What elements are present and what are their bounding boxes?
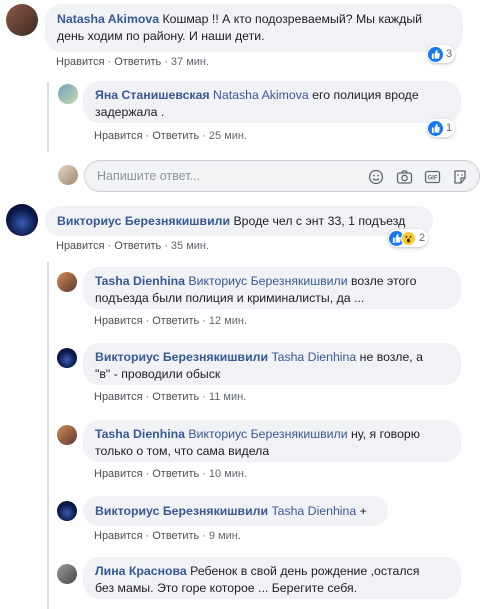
timestamp[interactable]: 25 мин.: [209, 130, 247, 142]
reaction-count[interactable]: 2: [388, 229, 429, 247]
comment-text: его полиция вроде: [312, 88, 419, 102]
current-user-avatar: [58, 165, 78, 185]
gif-icon[interactable]: GIF: [423, 168, 441, 186]
like-button[interactable]: Нравится: [94, 530, 143, 542]
thread-line: [47, 82, 49, 152]
timestamp[interactable]: 35 мин.: [171, 240, 209, 252]
like-button[interactable]: Нравится: [94, 315, 143, 327]
comment-bubble: Natasha Akimova Кошмар !! А кто подозрев…: [45, 4, 463, 52]
comment-text: Вроде чел с энт 33, 1 подъезд: [233, 214, 406, 228]
comment-text: без мамы. Это горе которое ... Берегите …: [95, 581, 358, 595]
reply-button[interactable]: Ответить: [152, 468, 199, 480]
camera-icon[interactable]: [395, 168, 413, 186]
comment-bubble: Викториус Березнякишвили Tasha Dienhina …: [83, 496, 388, 526]
avatar[interactable]: [57, 348, 77, 368]
comment-actions: Нравится · Ответить · 9 мин.: [94, 530, 241, 542]
timestamp[interactable]: 11 мин.: [209, 391, 246, 403]
reply-button[interactable]: Ответить: [114, 56, 161, 68]
reaction-count[interactable]: 1: [427, 119, 456, 137]
comment-text: ну, я говорю: [351, 427, 420, 441]
reply-input[interactable]: Напишите ответ... GIF: [84, 160, 480, 192]
comment-author[interactable]: Яна Станишевская: [95, 88, 210, 102]
comment-text: Ребенок в свой день рождение ,остался: [190, 564, 420, 578]
comment-text: +: [359, 504, 367, 518]
comment-actions: Нравится · Ответить · 11 мин.: [94, 391, 247, 403]
like-icon: [428, 46, 443, 62]
reply-button[interactable]: Ответить: [114, 240, 161, 252]
avatar[interactable]: [57, 501, 77, 521]
comment-text: возле этого: [351, 274, 417, 288]
avatar[interactable]: [6, 4, 38, 36]
comment-author[interactable]: Викториус Березнякишвили: [95, 350, 268, 364]
comment-text: подъезда были полиция и криминалисты, да…: [95, 291, 365, 305]
comment-actions: Нравится · Ответить · 37 мин.: [56, 56, 210, 68]
comment-actions: Нравится · Ответить · 25 мин.: [94, 130, 248, 142]
comment-text: "в" - проводили обыск: [95, 367, 221, 381]
avatar[interactable]: [58, 84, 78, 104]
comment-text: Кошмар !! А кто подозреваемый? Мы каждый: [162, 12, 423, 26]
reply-button[interactable]: Ответить: [152, 130, 199, 142]
comment-bubble: Викториус Березнякишвили Вроде чел с энт…: [45, 206, 433, 236]
comment-text: не возле, а: [359, 350, 423, 364]
comment-actions: Нравится · Ответить · 10 мин.: [94, 468, 248, 480]
comment-author[interactable]: Tasha Dienhina: [95, 274, 185, 288]
avatar[interactable]: [57, 425, 77, 445]
avatar[interactable]: [6, 204, 38, 236]
reply-button[interactable]: Ответить: [152, 391, 199, 403]
comment-text: день ходим по району. И наши дети.: [57, 29, 265, 43]
timestamp[interactable]: 9 мин.: [209, 530, 241, 542]
comment-actions: Нравится · Ответить · 12 мин.: [94, 315, 248, 327]
comment-author[interactable]: Викториус Березнякишвили: [57, 214, 230, 228]
avatar[interactable]: [57, 564, 77, 584]
reply-placeholder: Напишите ответ...: [97, 169, 200, 183]
reaction-number: 1: [446, 122, 453, 134]
mention-link[interactable]: Викториус Березнякишвили: [188, 274, 347, 288]
reply-button[interactable]: Ответить: [152, 315, 199, 327]
mention-link[interactable]: Викториус Березнякишвили: [188, 427, 347, 441]
mention-link[interactable]: Tasha Dienhina: [271, 350, 356, 364]
smiley-icon[interactable]: [367, 168, 385, 186]
comment-bubble: Викториус Березнякишвили Tasha Dienhina …: [83, 343, 461, 385]
comment-author[interactable]: Tasha Dienhina: [95, 427, 185, 441]
reaction-number: 2: [419, 232, 426, 244]
timestamp[interactable]: 10 мин.: [209, 468, 247, 480]
like-icon: [428, 120, 443, 136]
avatar[interactable]: [57, 272, 77, 292]
comment-text: задержала .: [95, 105, 165, 119]
wow-icon: [401, 230, 416, 246]
comment-bubble: Яна Станишевская Natasha Akimova его пол…: [83, 81, 461, 123]
sticker-icon[interactable]: [451, 168, 469, 186]
comment-bubble: Лина Краснова Ребенок в свой день рожден…: [83, 557, 461, 599]
comment-author[interactable]: Лина Краснова: [95, 564, 187, 578]
comment-bubble: Tasha Dienhina Викториус Березнякишвили …: [83, 420, 461, 462]
reaction-count[interactable]: 3: [427, 45, 456, 63]
like-button[interactable]: Нравится: [56, 240, 105, 252]
timestamp[interactable]: 37 мин.: [171, 56, 209, 68]
like-button[interactable]: Нравится: [94, 130, 143, 142]
comment-text: только о том, что сама видела: [95, 444, 270, 458]
mention-link[interactable]: Natasha Akimova: [213, 88, 309, 102]
reply-button[interactable]: Ответить: [152, 530, 199, 542]
comment-actions: Нравится · Ответить · 35 мин.: [56, 240, 210, 252]
timestamp[interactable]: 12 мин.: [209, 315, 247, 327]
comment-author[interactable]: Викториус Березнякишвили: [95, 504, 268, 518]
comment-author[interactable]: Natasha Akimova: [57, 12, 159, 26]
like-button[interactable]: Нравится: [94, 468, 143, 480]
comment-bubble: Tasha Dienhina Викториус Березнякишвили …: [83, 267, 461, 309]
like-button[interactable]: Нравится: [56, 56, 105, 68]
thread-line: [47, 262, 49, 609]
reaction-number: 3: [446, 48, 453, 60]
like-button[interactable]: Нравится: [94, 391, 143, 403]
mention-link[interactable]: Tasha Dienhina: [271, 504, 356, 518]
svg-text:GIF: GIF: [427, 176, 437, 182]
